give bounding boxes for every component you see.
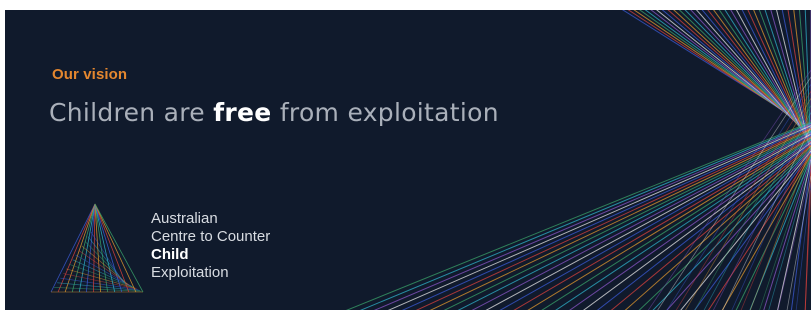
pattern-line bbox=[359, 122, 811, 310]
eyebrow-label: Our vision bbox=[52, 66, 128, 83]
pattern-line bbox=[759, 154, 811, 310]
pattern-line bbox=[346, 121, 811, 310]
headline-emphasis: free bbox=[213, 98, 272, 127]
headline-text-end: from exploitation bbox=[271, 98, 499, 127]
vision-banner: Our vision Children are free from exploi… bbox=[5, 10, 811, 310]
pattern-line bbox=[457, 131, 811, 310]
pattern-line bbox=[401, 126, 811, 310]
pattern-line bbox=[387, 125, 811, 310]
accce-logo-icon bbox=[50, 203, 144, 293]
org-child-bold: Child bbox=[151, 246, 189, 263]
vision-headline: Children are free from exploitation bbox=[49, 98, 499, 127]
logo-line bbox=[66, 268, 136, 289]
pattern-line bbox=[722, 126, 811, 310]
pattern-line bbox=[680, 150, 811, 310]
logo-line bbox=[94, 203, 123, 293]
pattern-line bbox=[721, 154, 811, 310]
pattern-line bbox=[675, 90, 811, 310]
pattern-line bbox=[499, 134, 811, 310]
org-line-3-rest: Exploitation bbox=[151, 264, 229, 281]
org-line-3: Child Exploitation bbox=[151, 246, 270, 282]
org-line-1: Australian bbox=[151, 210, 218, 227]
organisation-name: Australian Centre to Counter Child Explo… bbox=[151, 210, 270, 282]
headline-text-start: Children are bbox=[49, 98, 214, 127]
logo-line bbox=[90, 231, 124, 283]
org-line-2: Centre to Counter bbox=[151, 228, 271, 245]
